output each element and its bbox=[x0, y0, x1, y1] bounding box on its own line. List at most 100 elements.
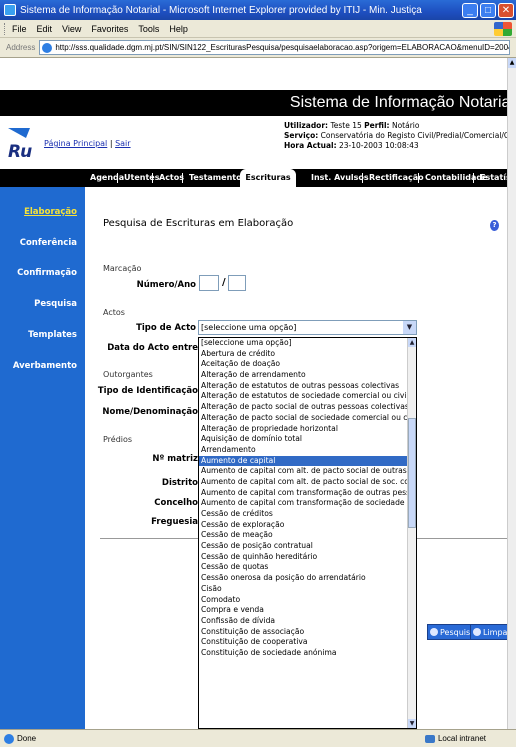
dropdown-option[interactable]: Constituição de associação bbox=[199, 627, 407, 638]
scroll-up-icon[interactable]: ▲ bbox=[408, 338, 416, 347]
sidebar-item-elaboracao[interactable]: Elaboração bbox=[24, 207, 77, 217]
status-text: Done bbox=[17, 734, 37, 743]
distrito-label: Distrito bbox=[161, 478, 198, 488]
window-title-bar: Sistema de Informação Notarial - Microso… bbox=[0, 0, 516, 20]
perfil-value: Notário bbox=[391, 121, 420, 130]
tipo-acto-select[interactable]: [seleccione uma opção] ▼ bbox=[198, 320, 417, 335]
dropdown-option[interactable]: Cessão de quotas bbox=[199, 562, 407, 573]
eraser-icon bbox=[473, 628, 481, 636]
nome-denominacao-label: Nome/Denominação bbox=[102, 407, 198, 417]
page-title: Pesquisa de Escrituras em Elaboração bbox=[103, 218, 294, 229]
page-done-icon bbox=[4, 733, 14, 744]
dropdown-option[interactable]: Constituição de cooperativa bbox=[199, 637, 407, 648]
dropdown-option[interactable]: Cessão onerosa da posição do arrendatári… bbox=[199, 573, 407, 584]
nav-separator bbox=[152, 173, 153, 183]
nav-separator bbox=[182, 173, 183, 183]
nav-separator bbox=[418, 173, 419, 183]
nav-inst-avulsos[interactable]: Inst. Avulsos bbox=[311, 169, 369, 187]
menu-file[interactable]: File bbox=[12, 24, 27, 34]
sidebar-item-conferencia[interactable]: Conferência bbox=[20, 238, 77, 248]
numero-input[interactable] bbox=[199, 275, 219, 291]
dropdown-option[interactable]: Aumento de capital com transformação de … bbox=[199, 498, 407, 509]
menu-view[interactable]: View bbox=[62, 24, 81, 34]
section-actos: Actos bbox=[103, 308, 125, 317]
dropdown-option[interactable]: Alteração de propriedade horizontal bbox=[199, 424, 407, 435]
dropdown-option[interactable]: Constituição de sociedade anónima bbox=[199, 648, 407, 659]
dropdown-option[interactable]: Arrendamento bbox=[199, 445, 407, 456]
dropdown-option[interactable]: [seleccione uma opção] bbox=[199, 338, 407, 349]
maximize-button[interactable]: □ bbox=[480, 2, 496, 18]
dropdown-option[interactable]: Abertura de crédito bbox=[199, 349, 407, 360]
nav-rectificacao[interactable]: Rectificação bbox=[369, 169, 424, 187]
nav-escrituras[interactable]: Escrituras bbox=[240, 169, 296, 187]
zone-text: Local intranet bbox=[437, 734, 486, 743]
dropdown-option[interactable]: Cessão de meação bbox=[199, 530, 407, 541]
perfil-label: Perfil: bbox=[364, 121, 390, 130]
dropdown-options: [seleccione uma opção] Abertura de crédit… bbox=[199, 338, 416, 659]
nav-contabilidade[interactable]: Contabilidade bbox=[425, 169, 488, 187]
dropdown-option[interactable]: Confissão de dívida bbox=[199, 616, 407, 627]
user-info: Utilizador: Teste 15 Perfil: Notário Ser… bbox=[284, 121, 516, 151]
address-label: Address bbox=[6, 43, 36, 52]
dropdown-option[interactable]: Comodato bbox=[199, 595, 407, 606]
ie-app-icon bbox=[4, 4, 16, 16]
dropdown-option[interactable]: Aumento de capital com alt. de pacto soc… bbox=[199, 477, 407, 488]
search-icon bbox=[430, 628, 438, 636]
sidebar-item-confirmacao[interactable]: Confirmação bbox=[17, 268, 77, 278]
dropdown-option[interactable]: Cessão de créditos bbox=[199, 509, 407, 520]
dropdown-option[interactable]: Alteração de pacto social de sociedade c… bbox=[199, 413, 407, 424]
windows-logo-icon bbox=[494, 21, 512, 36]
dropdown-option[interactable]: Cessão de exploração bbox=[199, 520, 407, 531]
section-marcacao: Marcação bbox=[103, 264, 142, 273]
dropdown-option[interactable]: Aumento de capital com alt. de pacto soc… bbox=[199, 466, 407, 477]
page-scrollbar[interactable]: ▲ bbox=[507, 58, 516, 729]
menu-help[interactable]: Help bbox=[169, 24, 188, 34]
numero-ano-slash: / bbox=[222, 277, 226, 288]
dropdown-option[interactable]: Aquisição de domínio total bbox=[199, 434, 407, 445]
chevron-down-icon[interactable]: ▼ bbox=[403, 321, 416, 334]
ano-input[interactable] bbox=[228, 275, 246, 291]
link-pagina-principal[interactable]: Página Principal bbox=[44, 139, 107, 148]
user-label: Utilizador: bbox=[284, 121, 329, 130]
scroll-down-icon[interactable]: ▼ bbox=[408, 719, 416, 728]
menu-tools[interactable]: Tools bbox=[138, 24, 159, 34]
nav-testamentos[interactable]: Testamentos bbox=[189, 169, 246, 187]
scroll-up-icon[interactable]: ▲ bbox=[508, 58, 516, 68]
tipo-acto-dropdown[interactable]: [seleccione uma opção] Abertura de crédit… bbox=[198, 337, 417, 729]
matriz-label: Nº matriz bbox=[152, 454, 198, 464]
dropdown-option[interactable]: Aceitação de doação bbox=[199, 359, 407, 370]
nav-agenda[interactable]: Agenda bbox=[90, 169, 124, 187]
dropdown-scrollbar[interactable]: ▲ ▼ bbox=[407, 338, 416, 728]
address-input[interactable]: http://sss.qualidade.dgm.mj.pt/SIN/SIN12… bbox=[39, 40, 510, 55]
nav-utentes[interactable]: Utentes bbox=[124, 169, 159, 187]
dropdown-option[interactable]: Alteração de estatutos de sociedade come… bbox=[199, 391, 407, 402]
sidebar-item-templates[interactable]: Templates bbox=[28, 330, 77, 340]
menu-edit[interactable]: Edit bbox=[37, 24, 53, 34]
menu-favorites[interactable]: Favorites bbox=[91, 24, 128, 34]
dropdown-option[interactable]: Aumento de capital com transformação de … bbox=[199, 488, 407, 499]
minimize-button[interactable]: _ bbox=[462, 2, 478, 18]
dropdown-option[interactable]: Cessão de posição contratual bbox=[199, 541, 407, 552]
dropdown-option[interactable]: Compra e venda bbox=[199, 605, 407, 616]
top-links: Página Principal | Sair bbox=[44, 139, 131, 148]
sidebar-item-averbamento[interactable]: Averbamento bbox=[13, 361, 77, 371]
dropdown-option[interactable]: Alteração de pacto social de outras pess… bbox=[199, 402, 407, 413]
dropdown-option[interactable]: Alteração de estatutos de outras pessoas… bbox=[199, 381, 407, 392]
close-button[interactable]: ✕ bbox=[498, 2, 514, 18]
dropdown-option[interactable]: Cessão de quinhão hereditário bbox=[199, 552, 407, 563]
address-url: http://sss.qualidade.dgm.mj.pt/SIN/SIN12… bbox=[55, 43, 510, 52]
dropdown-option[interactable]: Aumento de capital bbox=[199, 455, 407, 467]
help-icon[interactable]: ? bbox=[490, 220, 499, 231]
nav-actos[interactable]: Actos bbox=[159, 169, 184, 187]
link-sair[interactable]: Sair bbox=[115, 139, 131, 148]
dropdown-option[interactable]: Alteração de arrendamento bbox=[199, 370, 407, 381]
toolbar-grip[interactable] bbox=[4, 22, 7, 35]
tipo-identificacao-label: Tipo de Identificação bbox=[97, 386, 198, 396]
sidebar-item-pesquisa[interactable]: Pesquisa bbox=[34, 299, 77, 309]
window-title: Sistema de Informação Notarial - Microso… bbox=[20, 4, 422, 16]
svg-text:Ru: Ru bbox=[8, 142, 32, 160]
scroll-thumb[interactable] bbox=[408, 418, 416, 528]
dropdown-option[interactable]: Cisão bbox=[199, 584, 407, 595]
link-separator: | bbox=[109, 139, 113, 148]
page-viewport: Sistema de Informação Notarial Ru Página… bbox=[0, 58, 516, 729]
